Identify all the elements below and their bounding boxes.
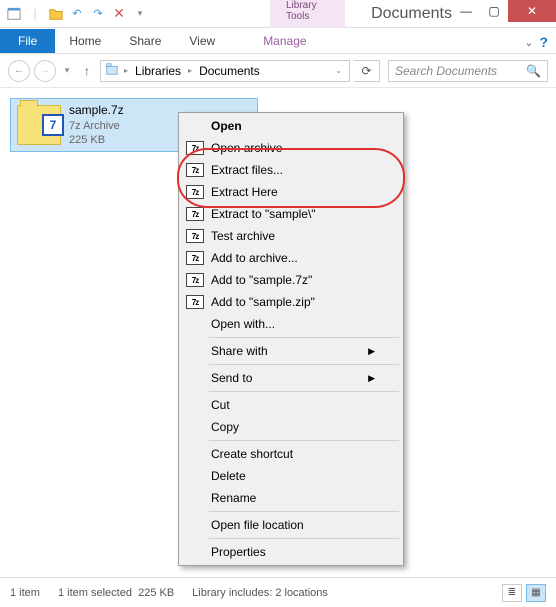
ctx-add-to-7z[interactable]: 7zAdd to "sample.7z" xyxy=(181,269,401,291)
up-button[interactable]: ↑ xyxy=(78,64,96,78)
delete-icon[interactable]: ✕ xyxy=(109,3,129,25)
ctx-add-to-zip[interactable]: 7zAdd to "sample.zip" xyxy=(181,291,401,313)
file-metadata: sample.7z 7z Archive 225 KB xyxy=(69,103,124,147)
ctx-open[interactable]: Open xyxy=(181,115,401,137)
close-button[interactable]: ✕ xyxy=(508,0,556,22)
ctx-separator xyxy=(209,364,399,365)
icons-view-button[interactable]: ▦ xyxy=(526,584,546,602)
breadcrumb-sep-icon[interactable]: ▸ xyxy=(121,66,131,75)
minimize-button[interactable]: — xyxy=(452,0,480,22)
qat-separator: | xyxy=(25,3,45,25)
7z-icon: 7z xyxy=(186,185,204,199)
contextual-tab-label: Library Tools xyxy=(270,0,345,28)
breadcrumb-documents[interactable]: Documents xyxy=(197,64,262,78)
address-bar[interactable]: ▸ Libraries ▸ Documents ⌄ xyxy=(100,60,350,82)
ctx-test-archive[interactable]: 7zTest archive xyxy=(181,225,401,247)
home-tab[interactable]: Home xyxy=(55,29,115,53)
file-size: 225 KB xyxy=(69,133,124,147)
window-controls: — ▢ ✕ xyxy=(452,0,556,27)
submenu-arrow-icon: ▶ xyxy=(368,346,375,357)
ctx-open-with[interactable]: Open with... xyxy=(181,313,401,335)
ctx-separator xyxy=(209,337,399,338)
navigation-bar: ← → ▾ ↑ ▸ Libraries ▸ Documents ⌄ ⟳ Sear… xyxy=(0,54,556,88)
7z-icon: 7z xyxy=(186,251,204,265)
address-dropdown-icon[interactable]: ⌄ xyxy=(332,66,345,75)
breadcrumb-sep-icon[interactable]: ▸ xyxy=(185,66,195,75)
ctx-properties[interactable]: Properties xyxy=(181,541,401,563)
7z-icon: 7z xyxy=(186,295,204,309)
undo-icon[interactable]: ↶ xyxy=(67,3,87,25)
refresh-button[interactable]: ⟳ xyxy=(354,60,380,82)
status-selected: 1 item selected 225 KB xyxy=(58,587,174,599)
ctx-extract-files[interactable]: 7zExtract files... xyxy=(181,159,401,181)
ctx-separator xyxy=(209,538,399,539)
submenu-arrow-icon: ▶ xyxy=(368,373,375,384)
status-bar: 1 item 1 item selected 225 KB Library in… xyxy=(0,577,556,607)
new-folder-icon[interactable] xyxy=(46,3,66,25)
ctx-add-to-archive[interactable]: 7zAdd to archive... xyxy=(181,247,401,269)
ctx-separator xyxy=(209,440,399,441)
ctx-separator xyxy=(209,511,399,512)
content-area[interactable]: 7 sample.7z 7z Archive 225 KB Open 7zOpe… xyxy=(0,88,556,577)
manage-tab[interactable]: Manage xyxy=(249,29,320,53)
file-name: sample.7z xyxy=(69,103,124,119)
help-icon[interactable]: ? xyxy=(539,34,548,50)
maximize-button[interactable]: ▢ xyxy=(480,0,508,22)
titlebar: | ↶ ↷ ✕ ▾ Library Tools Documents — ▢ ✕ xyxy=(0,0,556,28)
file-icon: 7 xyxy=(17,105,61,145)
7z-icon: 7z xyxy=(186,207,204,221)
app-icon[interactable] xyxy=(4,3,24,25)
ctx-cut[interactable]: Cut xyxy=(181,394,401,416)
search-input[interactable]: Search Documents 🔍 xyxy=(388,60,548,82)
ctx-extract-to[interactable]: 7zExtract to "sample\" xyxy=(181,203,401,225)
ctx-share-with[interactable]: Share with▶ xyxy=(181,340,401,362)
ctx-rename[interactable]: Rename xyxy=(181,487,401,509)
window-title: Documents xyxy=(371,5,452,23)
ctx-copy[interactable]: Copy xyxy=(181,416,401,438)
location-icon xyxy=(105,62,119,79)
status-item-count: 1 item xyxy=(10,587,40,599)
search-placeholder: Search Documents xyxy=(395,64,497,78)
view-tab[interactable]: View xyxy=(175,29,229,53)
qat-dropdown-icon[interactable]: ▾ xyxy=(130,3,150,25)
redo-icon[interactable]: ↷ xyxy=(88,3,108,25)
back-button[interactable]: ← xyxy=(8,60,30,82)
quick-access-toolbar: | ↶ ↷ ✕ ▾ xyxy=(0,0,154,27)
status-library-includes: Library includes: 2 locations xyxy=(192,587,328,599)
ctx-create-shortcut[interactable]: Create shortcut xyxy=(181,443,401,465)
context-menu: Open 7zOpen archive 7zExtract files... 7… xyxy=(178,112,404,566)
ribbon-right: ⌄ ? xyxy=(524,34,556,53)
ctx-send-to[interactable]: Send to▶ xyxy=(181,367,401,389)
share-tab[interactable]: Share xyxy=(115,29,175,53)
ctx-separator xyxy=(209,391,399,392)
forward-button[interactable]: → xyxy=(34,60,56,82)
details-view-button[interactable]: ≣ xyxy=(502,584,522,602)
7z-icon: 7z xyxy=(186,229,204,243)
ctx-delete[interactable]: Delete xyxy=(181,465,401,487)
ctx-open-archive[interactable]: 7zOpen archive xyxy=(181,137,401,159)
file-tab[interactable]: File xyxy=(0,29,55,53)
ribbon: File Home Share View Manage ⌄ ? xyxy=(0,28,556,54)
ctx-open-file-location[interactable]: Open file location xyxy=(181,514,401,536)
recent-locations-icon[interactable]: ▾ xyxy=(60,65,74,76)
ctx-extract-here[interactable]: 7zExtract Here xyxy=(181,181,401,203)
ribbon-collapse-icon[interactable]: ⌄ xyxy=(524,36,533,49)
file-type: 7z Archive xyxy=(69,119,124,133)
7z-icon: 7z xyxy=(186,163,204,177)
search-icon: 🔍 xyxy=(526,64,541,78)
breadcrumb-libraries[interactable]: Libraries xyxy=(133,64,183,78)
archive-badge-icon: 7 xyxy=(42,114,64,136)
7z-icon: 7z xyxy=(186,141,204,155)
7z-icon: 7z xyxy=(186,273,204,287)
